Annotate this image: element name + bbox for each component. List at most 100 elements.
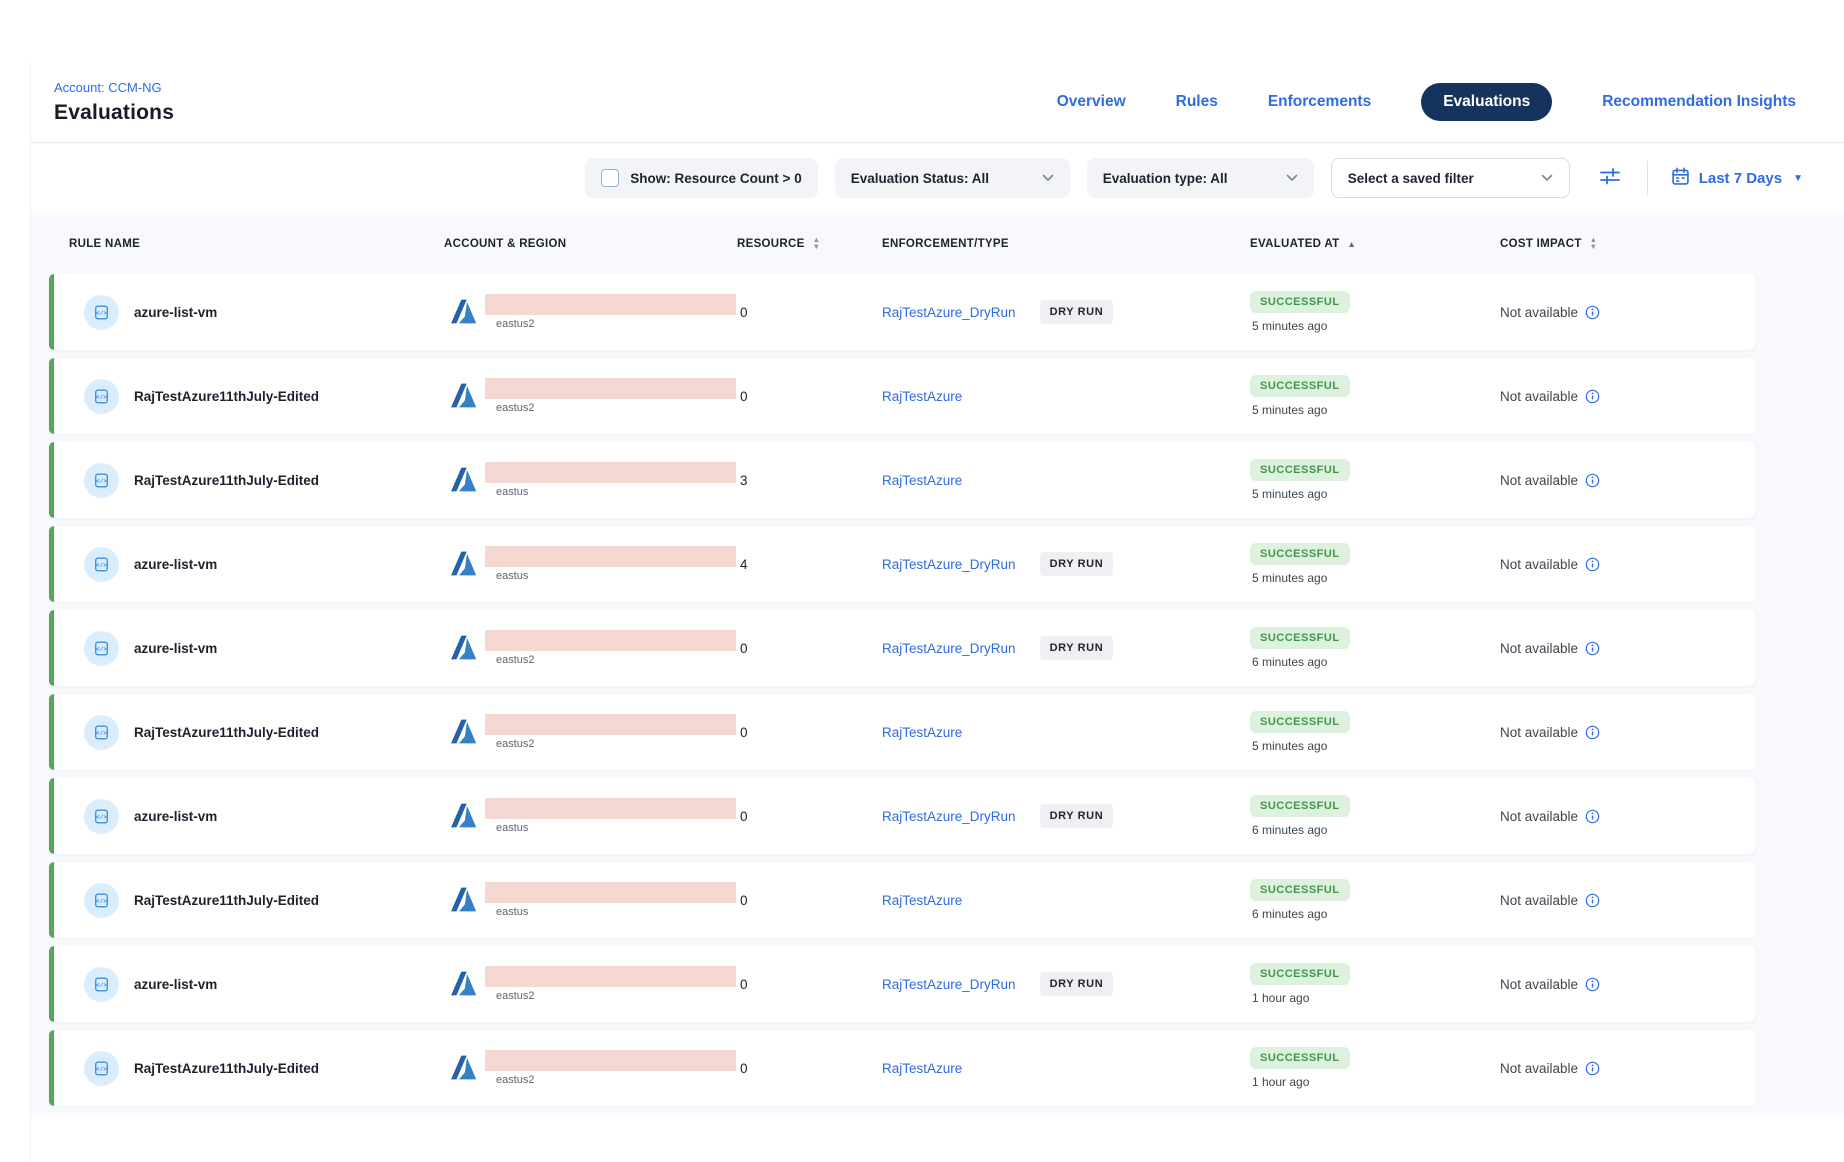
table-row[interactable]: </> RajTestAzure11thJuly-Edited eastus2 … — [49, 358, 1755, 434]
chevron-down-icon — [1541, 174, 1553, 182]
rule-icon: </> — [84, 883, 119, 918]
divider — [1647, 161, 1648, 195]
column-header-enforcement-type: ENFORCEMENT/TYPE — [882, 238, 1250, 250]
enforcement-link[interactable]: RajTestAzure — [882, 473, 962, 488]
info-icon[interactable] — [1585, 557, 1600, 572]
enforcement-link[interactable]: RajTestAzure_DryRun — [882, 641, 1016, 656]
svg-text:</>: </> — [96, 897, 107, 904]
dry-run-badge: DRY RUN — [1040, 300, 1114, 324]
table-row[interactable]: </> RajTestAzure11thJuly-Edited eastus 3… — [49, 442, 1755, 518]
table-row[interactable]: </> azure-list-vm eastus 4 RajTestAzure_… — [49, 526, 1755, 602]
info-icon[interactable] — [1585, 389, 1600, 404]
saved-filter-placeholder: Select a saved filter — [1348, 171, 1474, 186]
cost-impact-value: Not available — [1500, 305, 1578, 320]
rule-name-label: RajTestAzure11thJuly-Edited — [134, 1061, 319, 1076]
status-badge: SUCCESSFUL — [1250, 459, 1350, 481]
resource-count-filter[interactable]: Show: Resource Count > 0 — [585, 158, 817, 198]
status-badge: SUCCESSFUL — [1250, 795, 1350, 817]
rule-icon: </> — [84, 1051, 119, 1086]
enforcement-link[interactable]: RajTestAzure_DryRun — [882, 977, 1016, 992]
redacted-account-name — [485, 546, 736, 567]
table-row[interactable]: </> azure-list-vm eastus2 0 RajTestAzure… — [49, 274, 1755, 350]
sort-ascending-icon[interactable]: ▲ — [1347, 239, 1356, 249]
azure-cloud-icon — [450, 1054, 477, 1081]
region-label: eastus2 — [485, 990, 736, 1002]
sort-icon[interactable]: ▲▼ — [1590, 237, 1598, 250]
status-badge: SUCCESSFUL — [1250, 963, 1350, 985]
evaluation-status-dropdown[interactable]: Evaluation Status: All — [835, 158, 1070, 198]
info-icon[interactable] — [1585, 1061, 1600, 1076]
tab-overview[interactable]: Overview — [1057, 93, 1126, 111]
sort-icon[interactable]: ▲▼ — [813, 237, 821, 250]
svg-text:</>: </> — [96, 561, 107, 568]
redacted-account-name — [485, 714, 736, 735]
enforcement-link[interactable]: RajTestAzure — [882, 389, 962, 404]
enforcement-link[interactable]: RajTestAzure_DryRun — [882, 557, 1016, 572]
region-label: eastus2 — [485, 318, 736, 330]
calendar-icon — [1671, 167, 1690, 190]
cost-impact-value: Not available — [1500, 389, 1578, 404]
enforcement-link[interactable]: RajTestAzure — [882, 1061, 962, 1076]
table-row[interactable]: </> RajTestAzure11thJuly-Edited eastus2 … — [49, 1030, 1755, 1106]
enforcement-link[interactable]: RajTestAzure — [882, 725, 962, 740]
table-row[interactable]: </> azure-list-vm eastus 0 RajTestAzure_… — [49, 778, 1755, 854]
info-icon[interactable] — [1585, 977, 1600, 992]
evaluated-time: 1 hour ago — [1250, 991, 1309, 1005]
evaluated-time: 5 minutes ago — [1250, 403, 1327, 417]
info-icon[interactable] — [1585, 641, 1600, 656]
info-icon[interactable] — [1585, 725, 1600, 740]
tab-recommendation-insights[interactable]: Recommendation Insights — [1602, 93, 1796, 111]
date-range-dropdown[interactable]: Last 7 Days ▼ — [1671, 167, 1803, 190]
enforcement-link[interactable]: RajTestAzure_DryRun — [882, 305, 1016, 320]
region-label: eastus2 — [485, 738, 736, 750]
row-status-accent — [49, 778, 54, 854]
cost-impact-value: Not available — [1500, 809, 1578, 824]
rule-name-label: azure-list-vm — [134, 641, 217, 656]
region-label: eastus — [485, 570, 736, 582]
filter-settings-button[interactable] — [1599, 165, 1621, 192]
tab-enforcements[interactable]: Enforcements — [1268, 93, 1371, 111]
dry-run-badge: DRY RUN — [1040, 804, 1114, 828]
resource-count-checkbox[interactable] — [601, 169, 619, 187]
svg-text:</>: </> — [96, 1065, 107, 1072]
chevron-down-icon — [1286, 174, 1298, 182]
tab-evaluations[interactable]: Evaluations — [1421, 83, 1552, 121]
enforcement-link[interactable]: RajTestAzure — [882, 893, 962, 908]
evaluated-time: 6 minutes ago — [1250, 823, 1327, 837]
rule-icon: </> — [84, 967, 119, 1002]
resource-count: 0 — [737, 641, 882, 656]
resource-count: 0 — [737, 305, 882, 320]
cost-impact-value: Not available — [1500, 557, 1578, 572]
page-tabs: Overview Rules Enforcements Evaluations Reco… — [1057, 83, 1796, 121]
svg-text:</>: </> — [96, 477, 107, 484]
evaluated-time: 6 minutes ago — [1250, 907, 1327, 921]
row-status-accent — [49, 358, 54, 434]
table-row[interactable]: </> azure-list-vm eastus2 0 RajTestAzure… — [49, 610, 1755, 686]
evaluated-time: 5 minutes ago — [1250, 487, 1327, 501]
table-row[interactable]: </> azure-list-vm eastus2 0 RajTestAzure… — [49, 946, 1755, 1022]
info-icon[interactable] — [1585, 305, 1600, 320]
table-row[interactable]: </> RajTestAzure11thJuly-Edited eastus 0… — [49, 862, 1755, 938]
cost-impact-value: Not available — [1500, 641, 1578, 656]
column-header-resource: RESOURCE ▲▼ — [737, 237, 882, 250]
resource-count: 0 — [737, 893, 882, 908]
azure-cloud-icon — [450, 466, 477, 493]
table-row[interactable]: </> RajTestAzure11thJuly-Edited eastus2 … — [49, 694, 1755, 770]
chevron-down-icon — [1042, 174, 1054, 182]
bottom-strip — [31, 1115, 1844, 1162]
account-breadcrumb[interactable]: Account: CCM-NG — [54, 80, 174, 95]
resource-count: 0 — [737, 809, 882, 824]
column-header-evaluated-at: EVALUATED AT ▲ — [1250, 238, 1500, 250]
evaluated-time: 5 minutes ago — [1250, 571, 1327, 585]
azure-cloud-icon — [450, 970, 477, 997]
redacted-account-name — [485, 798, 736, 819]
info-icon[interactable] — [1585, 809, 1600, 824]
info-icon[interactable] — [1585, 893, 1600, 908]
info-icon[interactable] — [1585, 473, 1600, 488]
evaluation-type-dropdown[interactable]: Evaluation type: All — [1087, 158, 1314, 198]
saved-filter-dropdown[interactable]: Select a saved filter — [1331, 158, 1570, 198]
enforcement-link[interactable]: RajTestAzure_DryRun — [882, 809, 1016, 824]
row-status-accent — [49, 442, 54, 518]
rule-icon: </> — [84, 799, 119, 834]
tab-rules[interactable]: Rules — [1176, 93, 1218, 111]
